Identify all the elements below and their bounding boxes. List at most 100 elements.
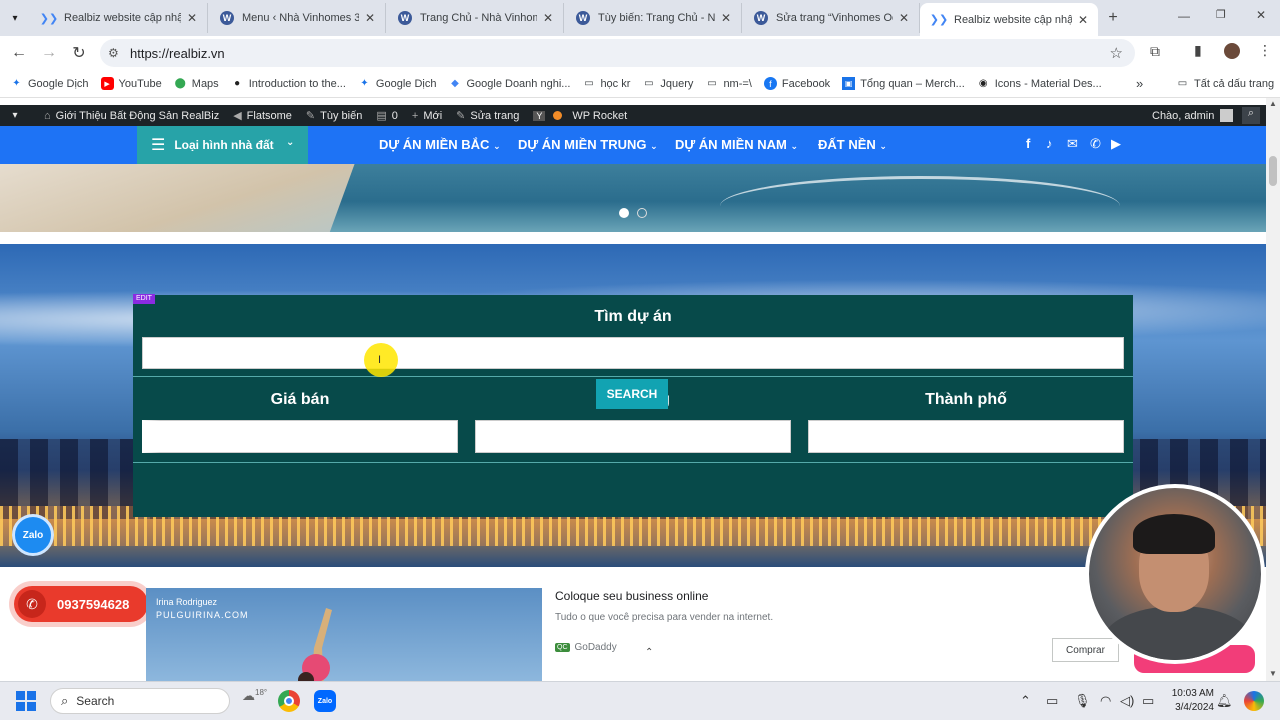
admin-site-link[interactable]: ⌂ Giới Thiệu Bất Động Sản RealBiz: [44, 110, 219, 122]
nav-item-mien-trung[interactable]: DỰ ÁN MIỀN TRUNG ⌄: [518, 137, 658, 152]
bookmark-folder[interactable]: ▭ nm-=\: [705, 77, 752, 90]
address-bar[interactable]: ⚙ https://realbiz.vn ☆: [100, 39, 1135, 67]
wifi-icon[interactable]: ◠: [1100, 693, 1111, 709]
close-tab-icon[interactable]: ✕: [1078, 13, 1088, 27]
taskbar-clock[interactable]: 10:03 AM 3/4/2024: [1164, 687, 1214, 715]
camera-icon[interactable]: ▭: [1046, 693, 1058, 709]
zalo-app-icon[interactable]: Zalo: [314, 690, 336, 712]
bookmark-folder[interactable]: ▭ học kr: [582, 77, 630, 90]
admin-new-link[interactable]: + Mới: [412, 110, 442, 122]
scroll-down-icon[interactable]: ▼: [1269, 669, 1277, 678]
chevron-down-icon: ⌄: [286, 137, 295, 148]
close-tab-icon[interactable]: ✕: [187, 11, 197, 25]
admin-edit-link[interactable]: ✎ Sửa trang: [456, 109, 520, 123]
browser-tab[interactable]: ❯❯ Realbiz website cập nhật t ✕: [30, 3, 208, 33]
restore-icon[interactable]: ❐: [1216, 8, 1226, 21]
site-info-icon[interactable]: ⚙: [108, 46, 119, 60]
collapse-chevron-icon[interactable]: ▾: [0, 110, 30, 121]
bookmark-item[interactable]: ▣ Tổng quan – Merch...: [842, 77, 965, 90]
ad-brand-name: GoDaddy: [574, 642, 617, 653]
slider-dot[interactable]: [637, 208, 647, 218]
back-icon[interactable]: ←: [4, 38, 34, 68]
nav-label: ĐẤT NỀN: [818, 137, 876, 152]
hero-slider[interactable]: [0, 164, 1266, 232]
browser-tab[interactable]: W Trang Chủ - Nhà Vinhome ✕: [386, 3, 564, 33]
bookmark-item[interactable]: ● Introduction to the...: [231, 77, 346, 90]
scrollbar-thumb[interactable]: [1269, 156, 1277, 186]
edit-badge[interactable]: EDIT: [133, 294, 155, 304]
battery-icon[interactable]: ▭: [1142, 693, 1154, 709]
youtube-icon[interactable]: ▶: [1111, 136, 1121, 152]
copilot-icon[interactable]: [1244, 691, 1264, 711]
nav-item-mien-bac[interactable]: DỰ ÁN MIỀN BẮC ⌄: [379, 137, 501, 152]
close-tab-icon[interactable]: ✕: [721, 11, 731, 25]
more-bookmarks-icon[interactable]: »: [1136, 76, 1143, 91]
extensions-icon[interactable]: ⧉: [1150, 43, 1160, 60]
bookmark-folder[interactable]: ▭ Jquery: [642, 77, 693, 90]
admin-greeting[interactable]: Chào, admin: [1152, 109, 1234, 122]
admin-customize-link[interactable]: ✎ Tùy biến: [306, 109, 362, 123]
notifications-icon[interactable]: 🔔︎: [1216, 693, 1233, 709]
browser-tab[interactable]: W Tùy biến: Trang Chủ - Nhà ✕: [564, 3, 742, 33]
side-panel-icon[interactable]: ▮: [1194, 42, 1202, 59]
rooms-select[interactable]: [475, 420, 791, 453]
bookmark-item[interactable]: ✦ Google Dịch: [10, 77, 88, 90]
project-search-input[interactable]: [142, 337, 1124, 369]
category-menu-button[interactable]: ☰ Loại hình nhà đất ⌄: [137, 126, 308, 164]
bookmark-item[interactable]: ▶ YouTube: [100, 77, 162, 90]
minimize-icon[interactable]: —: [1178, 9, 1190, 23]
scroll-up-icon[interactable]: ▲: [1269, 99, 1277, 108]
reload-icon[interactable]: ↻: [64, 38, 94, 68]
nav-item-mien-nam[interactable]: DỰ ÁN MIỀN NAM ⌄: [675, 137, 798, 152]
bookmark-item[interactable]: ◆ Google Doanh nghi...: [448, 77, 570, 90]
weather-widget[interactable]: ☁18°: [242, 688, 267, 704]
bookmark-item[interactable]: ✦ Google Dịch: [358, 77, 436, 90]
hotline-button[interactable]: ✆ 0937594628: [14, 586, 148, 622]
ad-title[interactable]: Coloque seu business online: [555, 589, 708, 603]
admin-search-icon[interactable]: ⌕: [1242, 107, 1260, 124]
volume-icon[interactable]: ◁): [1120, 693, 1134, 709]
taskbar-search[interactable]: ⌕ Search: [50, 688, 230, 714]
yoast-icon[interactable]: Y: [533, 110, 546, 121]
email-icon[interactable]: ✉: [1067, 136, 1078, 152]
chevron-up-icon[interactable]: ⌃: [1020, 693, 1031, 709]
chevron-up-icon[interactable]: ⌃: [645, 647, 653, 658]
admin-edit-label: Sửa trang: [470, 109, 520, 122]
admin-comments-link[interactable]: ▤ 0: [376, 109, 398, 123]
presenter-shirt: [1103, 606, 1253, 660]
tiktok-icon[interactable]: ♪: [1046, 136, 1053, 151]
bookmark-item[interactable]: f Facebook: [763, 77, 830, 90]
bookmark-item[interactable]: ◉ Icons - Material Des...: [977, 77, 1102, 90]
search-button[interactable]: SEARCH: [596, 379, 668, 409]
forward-icon[interactable]: →: [34, 38, 64, 68]
slider-dot-active[interactable]: [619, 208, 629, 218]
browser-tab[interactable]: W Sửa trang “Vinhomes Ocea ✕: [742, 3, 920, 33]
price-select[interactable]: [142, 420, 458, 453]
tab-list-button[interactable]: ▾: [0, 3, 30, 33]
nav-item-dat-nen[interactable]: ĐẤT NỀN ⌄: [818, 137, 887, 152]
zalo-chat-button[interactable]: Zalo: [12, 514, 54, 556]
browser-tab-active[interactable]: ❯❯ Realbiz website cập nhật t ✕: [920, 3, 1098, 36]
new-tab-button[interactable]: +: [1098, 3, 1128, 33]
menu-icon[interactable]: ⋮: [1258, 42, 1272, 59]
close-tab-icon[interactable]: ✕: [365, 11, 375, 25]
chrome-icon[interactable]: [278, 690, 300, 712]
close-window-icon[interactable]: ✕: [1256, 8, 1266, 22]
admin-theme-link[interactable]: ◀ Flatsome: [233, 109, 292, 123]
bookmark-item[interactable]: ⬤ Maps: [174, 77, 219, 90]
bookmark-star-icon[interactable]: ☆: [1110, 44, 1123, 62]
windows-start-icon[interactable]: [16, 691, 36, 711]
ad-brand[interactable]: QC GoDaddy: [555, 642, 617, 653]
phone-icon[interactable]: ✆: [1090, 136, 1101, 152]
ad-image[interactable]: Irina Rodriguez PULGUIRINA.COM: [146, 588, 542, 681]
profile-avatar[interactable]: [1224, 43, 1240, 59]
page-scrollbar[interactable]: ▲ ▼: [1266, 98, 1280, 681]
facebook-icon[interactable]: f: [1026, 136, 1030, 151]
admin-rocket-link[interactable]: WP Rocket: [572, 110, 627, 122]
city-select[interactable]: [808, 420, 1124, 453]
close-tab-icon[interactable]: ✕: [543, 11, 553, 25]
all-bookmarks-folder[interactable]: ▭ Tất cả dấu trang: [1176, 77, 1274, 90]
browser-tab[interactable]: W Menu ‹ Nhà Vinhomes 360 ✕: [208, 3, 386, 33]
close-tab-icon[interactable]: ✕: [899, 11, 909, 25]
microphone-icon[interactable]: 🎙︎: [1074, 693, 1091, 709]
